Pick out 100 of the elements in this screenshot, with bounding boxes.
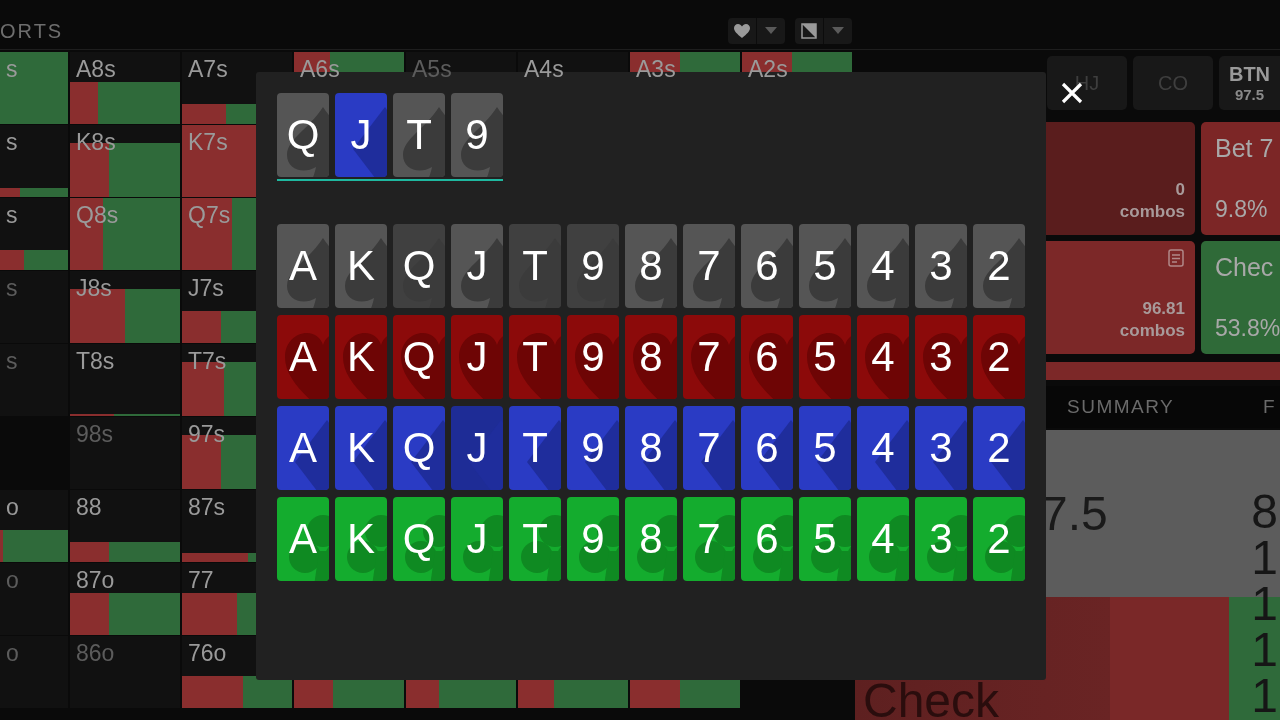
playing-card[interactable]: A: [277, 497, 329, 581]
summary-value: 7.5: [1041, 486, 1108, 541]
playing-card[interactable]: 7: [683, 497, 735, 581]
playing-card[interactable]: 4: [857, 497, 909, 581]
position-tab[interactable]: BTN 97.5: [1219, 56, 1280, 110]
hand-cell[interactable]: K8s: [70, 125, 180, 197]
playing-card[interactable]: J: [335, 93, 387, 177]
playing-card[interactable]: Q: [393, 497, 445, 581]
hand-label: A4s: [524, 56, 564, 83]
tool-button[interactable]: [795, 17, 852, 44]
playing-card[interactable]: T: [509, 406, 561, 490]
hand-cell[interactable]: s: [0, 125, 68, 197]
playing-card[interactable]: 8: [625, 315, 677, 399]
playing-card[interactable]: J: [451, 497, 503, 581]
hand-label: o: [6, 494, 19, 521]
section-tab[interactable]: SUMMARY: [1067, 396, 1175, 418]
playing-card[interactable]: 7: [683, 406, 735, 490]
section-title: ORTS: [0, 20, 64, 43]
playing-card[interactable]: 2: [973, 497, 1025, 581]
hand-label: 86o: [76, 640, 115, 667]
playing-card[interactable]: 2: [973, 315, 1025, 399]
action-title: Bet 7: [1215, 134, 1275, 163]
playing-card[interactable]: Q: [393, 224, 445, 308]
summary-figure: 8: [1251, 490, 1278, 534]
hand-cell[interactable]: T8s: [70, 344, 180, 416]
playing-card[interactable]: 9: [567, 497, 619, 581]
playing-card[interactable]: K: [335, 224, 387, 308]
playing-card[interactable]: 3: [915, 315, 967, 399]
playing-card[interactable]: 3: [915, 406, 967, 490]
playing-card[interactable]: K: [335, 315, 387, 399]
playing-card[interactable]: 5: [799, 224, 851, 308]
playing-card[interactable]: 4: [857, 406, 909, 490]
note-button[interactable]: [1167, 249, 1185, 269]
summary-figure: 1: [1251, 674, 1278, 718]
playing-card[interactable]: 5: [799, 406, 851, 490]
hand-cell[interactable]: J8s: [70, 271, 180, 343]
playing-card[interactable]: J: [451, 224, 503, 308]
playing-card[interactable]: 4: [857, 315, 909, 399]
section-tab[interactable]: F: [1262, 396, 1276, 418]
action-share: 53.8%: [1215, 315, 1280, 342]
caret-icon: [765, 27, 777, 34]
tool-button[interactable]: [728, 17, 785, 44]
playing-card[interactable]: T: [509, 315, 561, 399]
hand-label: o: [6, 640, 19, 667]
action-card[interactable]: Bet 7 9.8%: [1201, 122, 1280, 235]
playing-card[interactable]: 9: [567, 315, 619, 399]
note-icon: [1168, 249, 1184, 267]
summary-figure: 1: [1251, 536, 1278, 580]
hand-label: s: [6, 202, 18, 229]
playing-card[interactable]: 8: [625, 224, 677, 308]
playing-card[interactable]: 6: [741, 406, 793, 490]
hand-cell[interactable]: s: [0, 198, 68, 270]
playing-card[interactable]: 2: [973, 406, 1025, 490]
playing-card[interactable]: 6: [741, 224, 793, 308]
hand-label: o: [6, 567, 19, 594]
hand-label: 98s: [76, 421, 114, 448]
hand-label: Q7s: [188, 202, 231, 229]
action-title: Chec: [1215, 253, 1275, 282]
hand-label: 88: [76, 494, 102, 521]
playing-card[interactable]: 2: [973, 224, 1025, 308]
playing-card[interactable]: 8: [625, 406, 677, 490]
hand-label: J8s: [76, 275, 112, 302]
playing-card[interactable]: 6: [741, 315, 793, 399]
playing-card[interactable]: A: [277, 224, 329, 308]
combo-count: 0 combos: [1119, 178, 1185, 223]
hand-cell[interactable]: A8s: [70, 52, 180, 124]
playing-card[interactable]: A: [277, 406, 329, 490]
caret-icon: [832, 27, 844, 34]
playing-card[interactable]: K: [335, 406, 387, 490]
action-share: 9.8%: [1215, 196, 1269, 223]
playing-card[interactable]: 7: [683, 224, 735, 308]
playing-card[interactable]: J: [451, 406, 503, 490]
playing-card[interactable]: 9: [567, 224, 619, 308]
playing-card[interactable]: T: [509, 224, 561, 308]
playing-card[interactable]: T: [393, 93, 445, 177]
hand-label: s: [6, 348, 18, 375]
playing-card[interactable]: J: [451, 315, 503, 399]
playing-card[interactable]: A: [277, 315, 329, 399]
playing-card[interactable]: Q: [277, 93, 329, 177]
hand-cell[interactable]: 87o: [70, 563, 180, 635]
playing-card[interactable]: 8: [625, 497, 677, 581]
playing-card[interactable]: 4: [857, 224, 909, 308]
playing-card[interactable]: Q: [393, 406, 445, 490]
hand-label: s: [6, 275, 18, 302]
hand-label: 87s: [188, 494, 226, 521]
playing-card[interactable]: 3: [915, 497, 967, 581]
hand-label: s: [6, 129, 18, 156]
playing-card[interactable]: 9: [451, 93, 503, 177]
hand-label: J7s: [188, 275, 224, 302]
heart-icon: [734, 23, 750, 38]
hand-cell[interactable]: 88: [70, 490, 180, 562]
playing-card[interactable]: 3: [915, 224, 967, 308]
summary-figure: 1: [1251, 628, 1278, 672]
playing-card[interactable]: 5: [799, 315, 851, 399]
playing-card[interactable]: 9: [567, 406, 619, 490]
hand-cell[interactable]: o: [0, 490, 68, 562]
playing-card[interactable]: Q: [393, 315, 445, 399]
hand-label: 77: [188, 567, 214, 594]
playing-card[interactable]: 7: [683, 315, 735, 399]
hand-label: 76o: [188, 640, 227, 667]
